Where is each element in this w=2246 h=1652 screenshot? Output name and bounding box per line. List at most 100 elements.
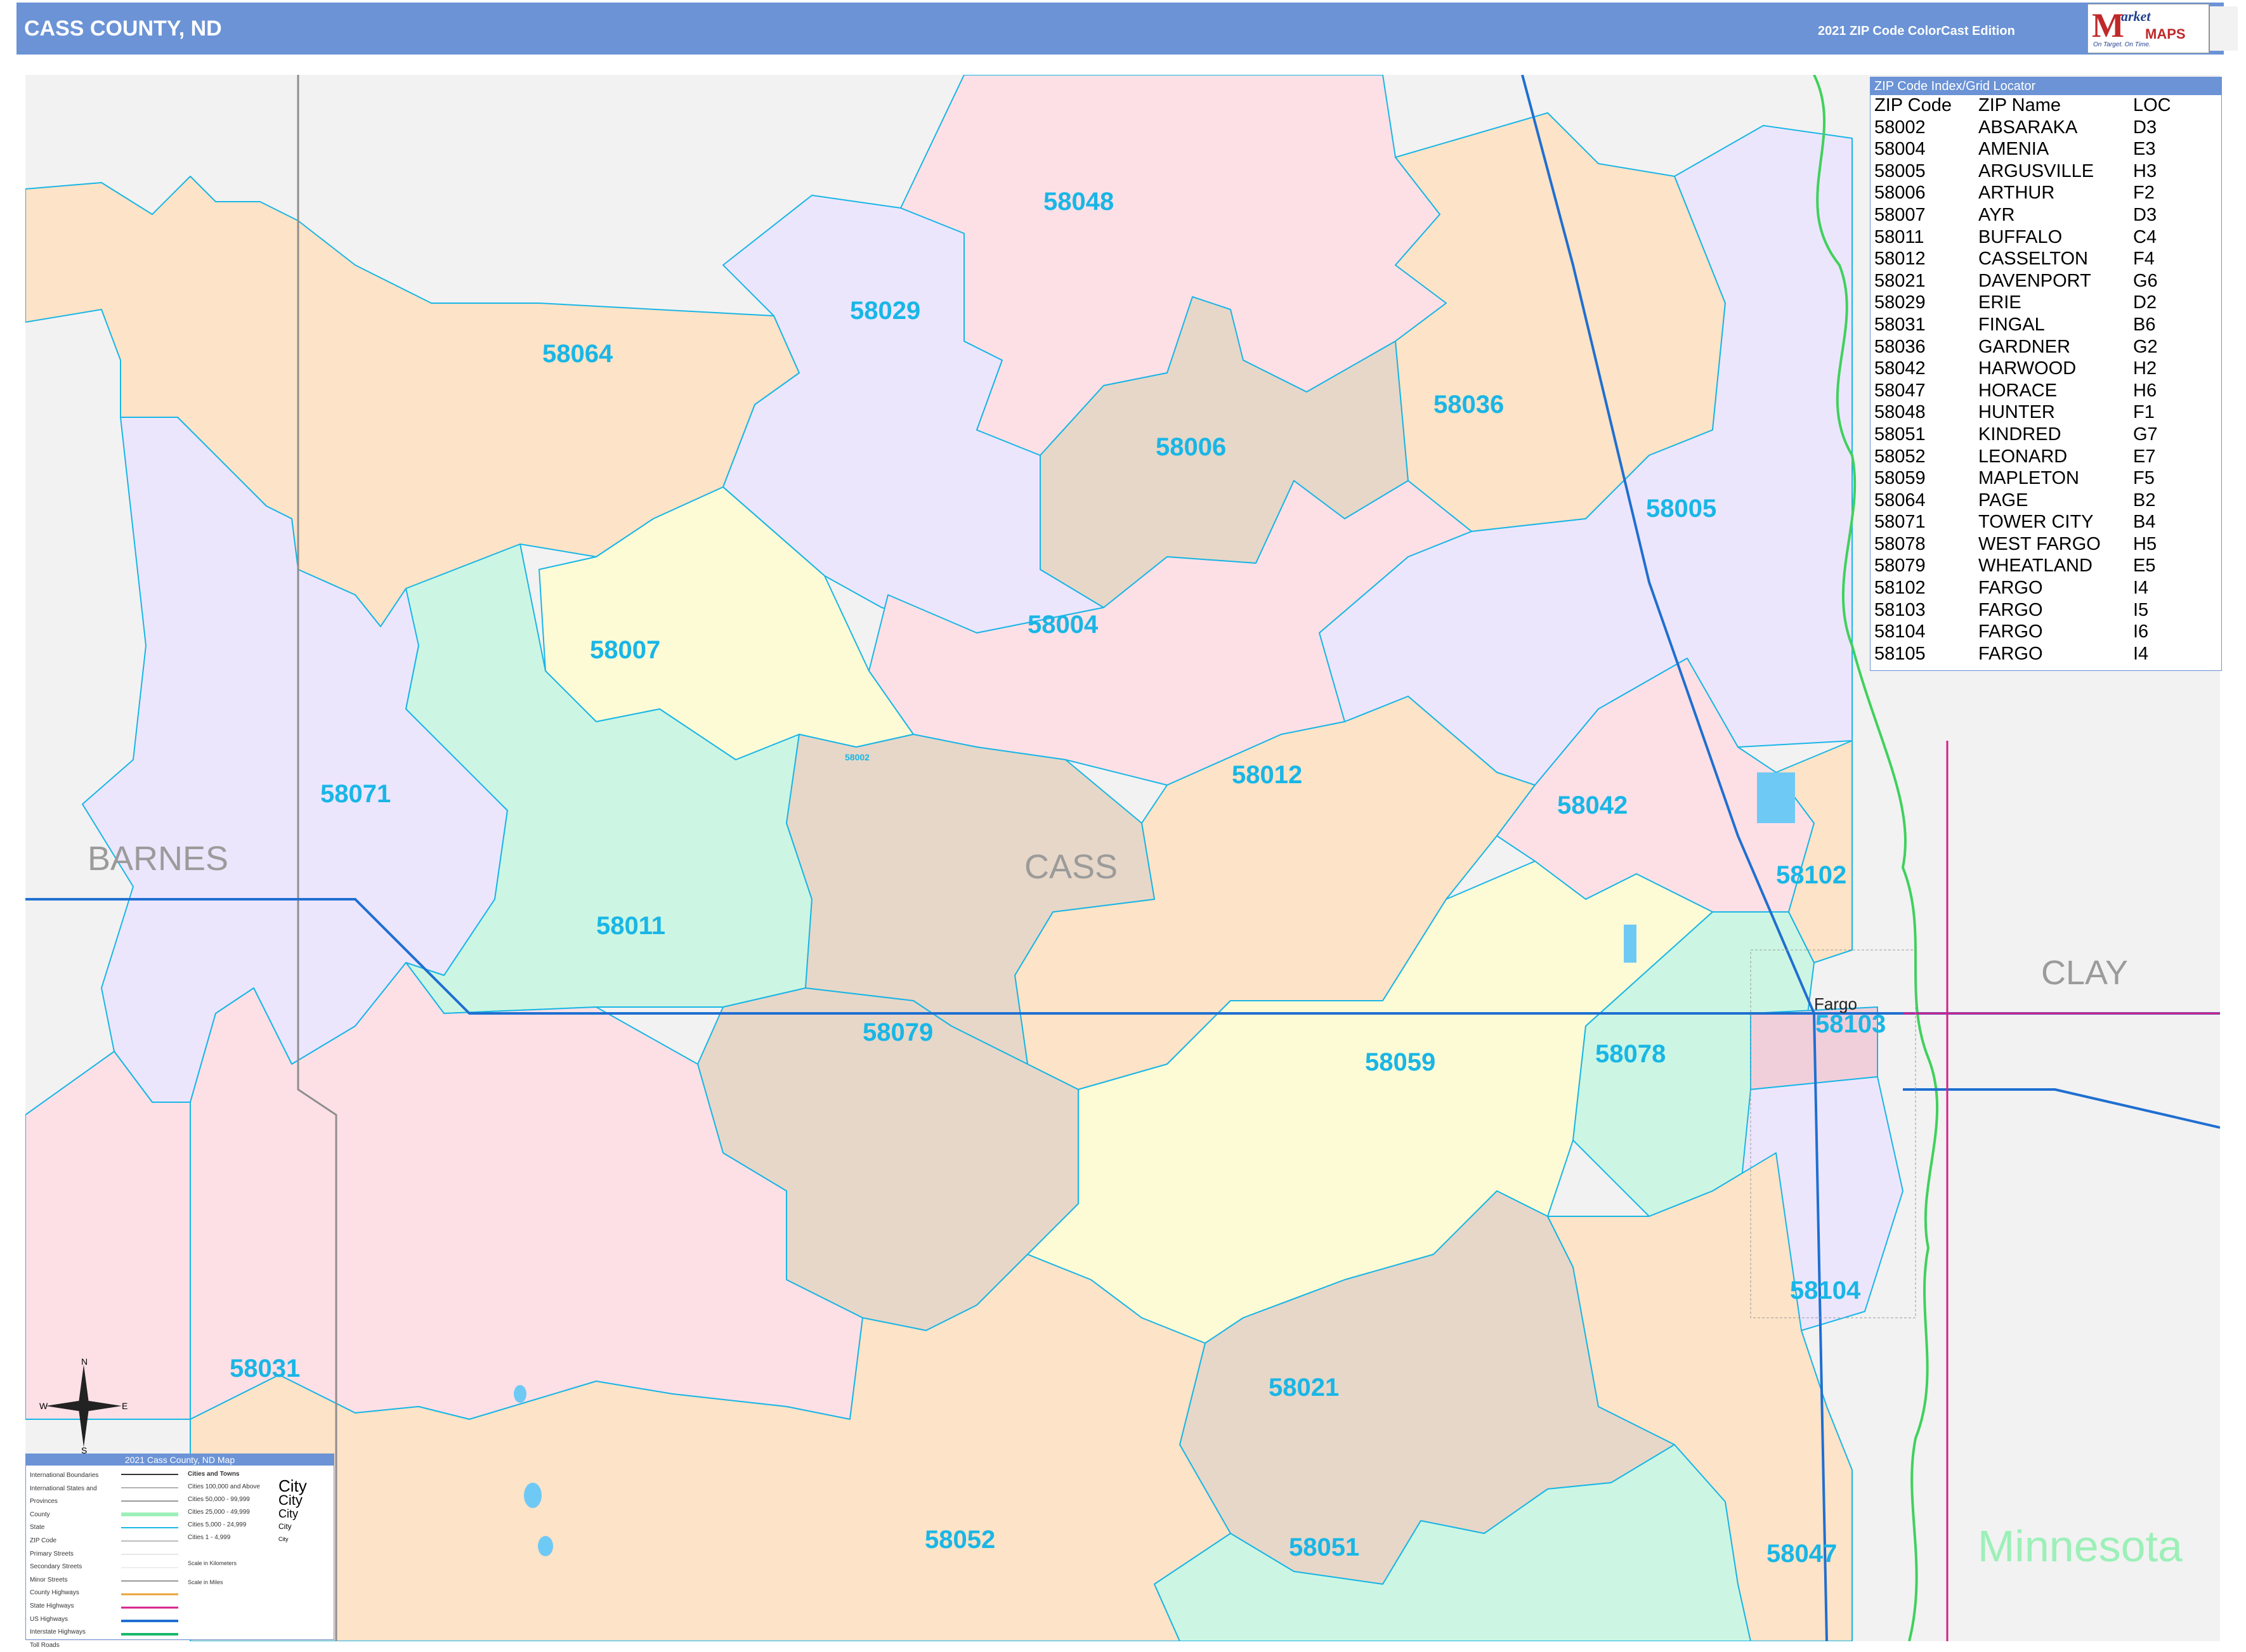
loc-cell: I5 <box>2133 599 2149 620</box>
zip-label: 58007 <box>590 636 661 664</box>
zip-index-row: 58079 WHEATLAND E5 <box>1871 556 2221 578</box>
zip-index-row: 58047 HORACE H6 <box>1871 380 2221 403</box>
zip-index-row: 58029 ERIE D2 <box>1871 292 2221 315</box>
zip-label: 58006 <box>1156 433 1227 461</box>
legend-city-sample: City <box>278 1476 307 1495</box>
zip-index-row: 58105 FARGO I4 <box>1871 644 2221 666</box>
loc-cell: H5 <box>2133 533 2157 554</box>
zip-label: 58036 <box>1433 391 1505 419</box>
zip-index-row: 58071 TOWER CITY B4 <box>1871 512 2221 534</box>
loc-cell: B4 <box>2133 512 2156 533</box>
loc-cell: B6 <box>2133 314 2156 335</box>
zip-name-cell: TOWER CITY <box>1978 512 2094 533</box>
zip-index-row: 58102 FARGO I4 <box>1871 578 2221 600</box>
zip-label: 58031 <box>230 1355 301 1382</box>
zip-code-cell: 58064 <box>1874 490 1926 511</box>
loc-cell: H2 <box>2133 358 2157 379</box>
legend-city-size: Cities 100,000 and Above <box>188 1483 260 1490</box>
zip-index-table: ZIP Code Index/Grid Locator ZIP Code ZIP… <box>1870 77 2222 671</box>
zip-label: 58051 <box>1289 1533 1360 1561</box>
zip-name-cell: CASSELTON <box>1978 249 2088 270</box>
loc-cell: F1 <box>2133 402 2155 423</box>
legend-city-samples: City City City City City <box>278 1478 329 1545</box>
zip-code-cell: 58103 <box>1874 599 1926 620</box>
zip-name-cell: BUFFALO <box>1978 226 2063 247</box>
zip-name-cell: FARGO <box>1978 621 2043 642</box>
zip-label: 58004 <box>1028 611 1099 639</box>
zip-index-row: 58051 KINDRED G7 <box>1871 424 2221 446</box>
zip-code-cell: 58004 <box>1874 139 1926 160</box>
zip-name-cell: GARDNER <box>1978 336 2071 357</box>
loc-cell: G2 <box>2133 336 2158 357</box>
state-label-minnesota: Minnesota <box>1978 1521 2183 1571</box>
zip-label: 58021 <box>1269 1374 1340 1402</box>
zip-code-cell: 58031 <box>1874 314 1926 335</box>
loc-cell: E5 <box>2133 556 2156 576</box>
logo-contact-block <box>2210 6 2238 51</box>
zip-name-cell: WEST FARGO <box>1978 533 2101 554</box>
zip-label: 58059 <box>1365 1048 1436 1076</box>
legend-city-header: Cities and Towns <box>188 1471 240 1478</box>
zip-code-cell: 58007 <box>1874 204 1926 225</box>
zip-code-cell: 58021 <box>1874 270 1926 291</box>
legend-city-sample: City <box>278 1536 289 1542</box>
loc-cell: F4 <box>2133 249 2155 270</box>
zip-name-cell: ERIE <box>1978 292 2021 313</box>
lake <box>524 1483 542 1508</box>
loc-cell: I4 <box>2133 643 2149 664</box>
loc-cell: F2 <box>2133 183 2155 204</box>
county-label-clay: CLAY <box>2041 954 2129 992</box>
zip-index-row: 58064 PAGE B2 <box>1871 490 2221 512</box>
zip-name-cell: WHEATLAND <box>1978 556 2093 576</box>
legend-item: Toll Roads <box>30 1641 60 1649</box>
zip-code-cell: 58042 <box>1874 358 1926 379</box>
zip-code-cell: 58051 <box>1874 424 1926 445</box>
loc-cell: C4 <box>2133 226 2157 247</box>
zip-index-row: 58021 DAVENPORT G6 <box>1871 271 2221 293</box>
loc-cell: I4 <box>2133 578 2149 599</box>
zip-index-row: 58042 HARWOOD H2 <box>1871 358 2221 380</box>
zip-code-cell: 58104 <box>1874 621 1926 642</box>
zip-label: 58047 <box>1766 1540 1838 1568</box>
legend-item: County Highways <box>30 1589 79 1597</box>
zip-index-row: 58007 AYR D3 <box>1871 205 2221 227</box>
compass-rose: N S W E <box>39 1358 127 1454</box>
compass-n: N <box>81 1358 88 1367</box>
zip-index-title: ZIP Code Index/Grid Locator <box>1871 77 2221 95</box>
zip-label: 58071 <box>320 780 391 808</box>
zip-index-row: 58078 WEST FARGO H5 <box>1871 534 2221 556</box>
zip-index-row: 58052 LEONARD E7 <box>1871 446 2221 469</box>
zip-name-cell: MAPLETON <box>1978 468 2080 489</box>
zip-code-cell: 58071 <box>1874 512 1926 533</box>
zip-name-cell: KINDRED <box>1978 424 2061 445</box>
legend-title: 2021 Cass County, ND Map <box>26 1454 334 1466</box>
zip-code-cell: 58078 <box>1874 533 1926 554</box>
loc-cell: D3 <box>2133 204 2157 225</box>
zip-code-cell: 58006 <box>1874 183 1926 204</box>
zip-code-cell: 58059 <box>1874 468 1926 489</box>
zip-code-cell: 58047 <box>1874 380 1926 401</box>
legend-scale-mi: Scale in Miles <box>188 1579 223 1585</box>
zip-name-cell: FARGO <box>1978 599 2043 620</box>
zip-index-row: 58059 MAPLETON F5 <box>1871 468 2221 490</box>
zip-name-cell: ARGUSVILLE <box>1978 160 2094 181</box>
zip-index-row: 58006 ARTHUR F2 <box>1871 183 2221 205</box>
legend-item: International States and Provinces <box>30 1485 97 1506</box>
compass-s: S <box>81 1445 87 1454</box>
zip-name-cell: LEONARD <box>1978 446 2068 467</box>
zip-label: 58064 <box>542 340 613 368</box>
zip-code-cell: 58048 <box>1874 402 1926 423</box>
loc-cell: G6 <box>2133 270 2158 291</box>
legend-item: Primary Streets <box>30 1550 74 1558</box>
compass-west-point <box>46 1401 84 1411</box>
zip-code-cell: 58002 <box>1874 117 1926 138</box>
lake <box>1624 925 1636 963</box>
loc-cell: D2 <box>2133 292 2157 313</box>
zip-index-row: 58012 CASSELTON F4 <box>1871 249 2221 271</box>
logo-maps: MAPS <box>2145 26 2186 42</box>
lake <box>514 1385 526 1403</box>
market-maps-logo: M arket MAPS On Target. On Time. <box>2087 4 2209 53</box>
zip-label: 58011 <box>596 912 666 940</box>
zip-label: 58048 <box>1043 188 1114 216</box>
loc-cell: H6 <box>2133 380 2157 401</box>
